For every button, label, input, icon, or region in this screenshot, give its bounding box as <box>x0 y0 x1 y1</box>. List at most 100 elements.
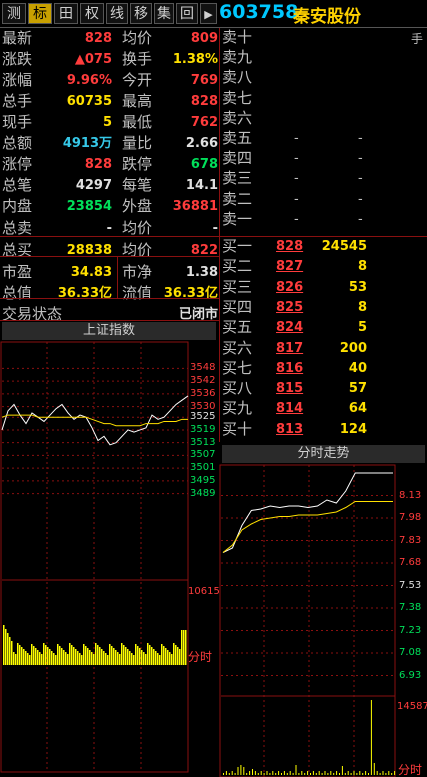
index-volume-bar <box>109 644 111 665</box>
index-volume-bar <box>115 650 117 665</box>
stock-volume-bar <box>231 771 233 775</box>
toolbar: 测 标 田 权 线 移 集 回 ▶ 603758 秦安股份 <box>0 0 427 27</box>
quote-value: 822 <box>190 243 218 258</box>
toolbar-button-6[interactable]: 移 <box>130 3 152 24</box>
ask-level-label: 卖十 <box>222 28 253 46</box>
bid-volume: 57 <box>348 381 367 397</box>
stock-volume-bar <box>266 771 268 775</box>
index-volume-bar <box>147 643 149 665</box>
index-volume-bar <box>75 649 77 665</box>
bid-price: 815 <box>276 381 304 397</box>
stock-volume-bar <box>379 773 381 775</box>
index-volume-bar <box>117 652 119 665</box>
toolbar-button-4[interactable]: 权 <box>80 3 104 24</box>
quote-value: 36.33亿 <box>163 286 218 301</box>
stock-volume-bar <box>327 773 329 775</box>
stock-volume-bar <box>341 766 343 775</box>
quote-label: 今开 <box>122 71 153 89</box>
index-volume-bar <box>11 641 13 665</box>
ask-level-label: 卖三 <box>222 169 253 188</box>
bid-volume: 5 <box>357 320 367 336</box>
ask-volume: - <box>358 191 363 207</box>
price-tick-label: 8.13 <box>399 489 422 501</box>
stock-volume-bar <box>292 773 294 775</box>
index-volume-bar <box>79 653 81 665</box>
index-volume-bar <box>81 655 83 665</box>
quote-value: 36.33亿 <box>57 286 112 301</box>
ask-volume: - <box>358 131 363 146</box>
index-volume-bar <box>15 654 17 665</box>
quote-label: 量比 <box>122 134 153 152</box>
index-volume-bar <box>41 654 43 665</box>
stock-volume-bar <box>269 773 271 775</box>
stock-volume-bar <box>263 773 265 775</box>
index-volume-bar <box>123 645 125 665</box>
stock-volume-bar <box>243 767 245 775</box>
index-volume-bar <box>29 655 31 665</box>
index-volume-bar <box>171 654 173 665</box>
bid-level-label: 买八 <box>222 379 253 398</box>
bid-price: 816 <box>276 360 304 376</box>
toolbar-button-7[interactable]: 集 <box>154 3 174 24</box>
stock-volume-bar <box>257 773 259 775</box>
index-volume-bar <box>33 646 35 665</box>
stock-volume-bar <box>324 771 326 775</box>
quote-value: 5 <box>102 115 112 130</box>
toolbar-button-1[interactable]: 测 <box>2 3 26 24</box>
stock-volume-bar <box>254 771 256 775</box>
ask-price: - <box>294 151 299 167</box>
bid-volume: 40 <box>348 360 367 376</box>
ask-price: - <box>294 131 299 146</box>
index-volume-bar <box>139 648 141 665</box>
index-volume-bar <box>5 629 7 665</box>
price-tick-label: 3495 <box>190 474 216 486</box>
index-volume-bar <box>179 649 181 665</box>
ask-level-label: 卖五 <box>222 129 253 147</box>
quote-value: 34.83 <box>70 265 112 280</box>
quote-label: 总笔 <box>2 176 33 194</box>
index-volume-bar <box>45 645 47 665</box>
price-tick-label: 7.23 <box>399 624 422 636</box>
toolbar-button-9[interactable]: ▶ <box>200 3 217 24</box>
stock-volume-bar <box>237 767 239 775</box>
index-volume-bar <box>131 653 133 665</box>
stock-volume-bar <box>312 771 314 775</box>
index-volume-bar <box>159 655 161 665</box>
index-volume-bar <box>55 655 57 665</box>
toolbar-button-5[interactable]: 线 <box>106 3 128 24</box>
ask-price: - <box>294 191 299 207</box>
index-chart <box>0 341 189 773</box>
index-volume-bar <box>163 646 165 665</box>
toolbar-button-2[interactable]: 标 <box>28 3 52 24</box>
quote-label: 涨停 <box>2 155 33 173</box>
stock-avg-line <box>222 501 393 553</box>
bid-price: 814 <box>276 401 304 417</box>
index-volume-bar <box>165 648 167 665</box>
index-volume-bar <box>135 644 137 665</box>
quote-value: 678 <box>190 157 218 172</box>
stock-volume-bar <box>394 771 396 775</box>
price-tick-label: 7.83 <box>399 534 422 546</box>
toolbar-button-3[interactable]: 田 <box>54 3 78 24</box>
index-volume-bar <box>7 633 9 665</box>
stock-volume-bar <box>310 773 311 775</box>
stock-volume-bar <box>315 773 317 775</box>
index-volume-bar <box>91 652 93 665</box>
index-volume-bar <box>167 650 169 665</box>
bid-level-label: 买五 <box>222 318 253 337</box>
index-volume-bar <box>47 647 49 665</box>
stock-volume-bar <box>301 771 303 775</box>
quote-value: 1.38% <box>172 52 218 67</box>
quote-label: 内盘 <box>2 197 33 215</box>
bid-volume: 53 <box>348 279 367 295</box>
bid-level-label: 买九 <box>222 399 253 418</box>
divider <box>0 298 219 299</box>
index-volume-bar <box>105 653 107 665</box>
toolbar-button-8[interactable]: 回 <box>176 3 198 24</box>
price-tick-label: 3530 <box>190 400 216 412</box>
bid-price: 826 <box>276 279 304 295</box>
ask-volume: - <box>358 151 363 167</box>
price-tick-label: 3525 <box>190 411 216 423</box>
index-volume-bar <box>31 644 33 665</box>
quote-value: 4913万 <box>62 136 112 151</box>
